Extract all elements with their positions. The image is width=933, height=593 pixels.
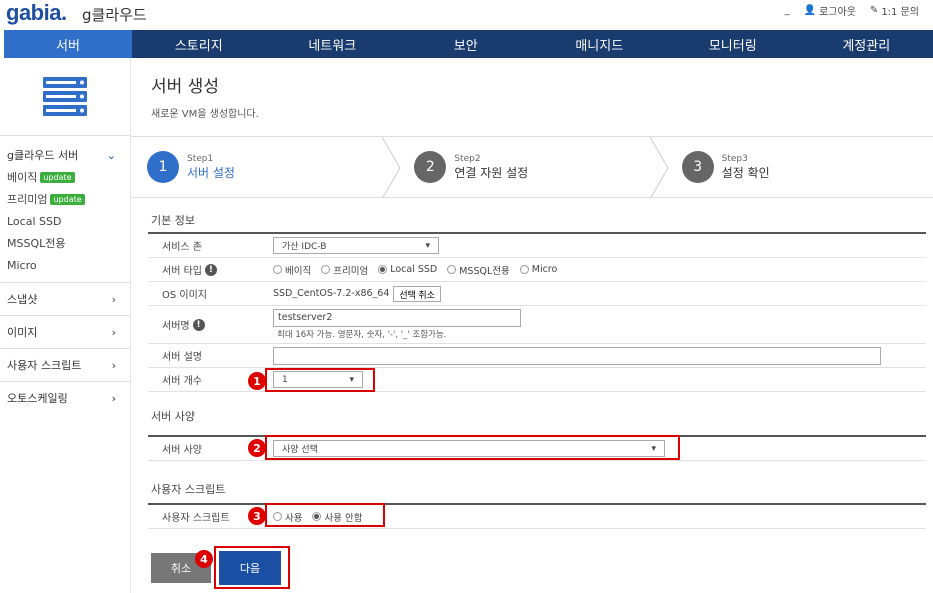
annotation-badge-2: 2 [248, 439, 266, 457]
info-icon[interactable]: ! [204, 263, 217, 276]
radio-localssd[interactable]: Local SSD [378, 264, 437, 275]
chevron-right-icon: › [111, 358, 116, 372]
row-server-type: 서버 타입! 베이직 프리미엄 Local SSD MSSQL전용 Micro [148, 258, 926, 282]
nav-security[interactable]: 보안 [399, 30, 533, 58]
nav-network[interactable]: 네트워크 [266, 30, 400, 58]
top-bar: gabia. g클라우드 _ 👤 로그아웃 ✎ 1:1 문의 [0, 0, 933, 30]
sidebar-item-snapshot[interactable]: 스냅샷 › [0, 282, 130, 315]
update-badge: update [50, 193, 85, 205]
form-content: 기본 정보 서비스 존 가산 IDC-B ▾ 서버 타입! 베이직 프리미엄 Lo… [131, 198, 933, 593]
row-server-name: 서버명! testserver2 최대 16자 가능. 영문자, 숫자, '-'… [148, 306, 926, 344]
inquiry-link[interactable]: ✎ 1:1 문의 [870, 3, 919, 18]
section-title-script: 사용자 스크립트 [151, 483, 226, 496]
sidebar-item-autoscaling[interactable]: 오토스케일링 › [0, 381, 130, 414]
step-number: 1 [147, 151, 179, 183]
step-3: 3 Step3 설정 확인 [666, 137, 933, 197]
main-nav: 서버 스토리지 네트워크 보안 매니지드 모니터링 계정관리 [4, 30, 933, 58]
server-icon-area [0, 58, 130, 136]
nav-server[interactable]: 서버 [4, 30, 132, 58]
server-stack-icon [43, 76, 87, 116]
chevron-right-icon: › [111, 325, 116, 339]
sidebar-group-gcloud: g클라우드 서버 ⌄ 베이직 update 프리미엄 update Local SS… [0, 136, 130, 276]
os-cancel-button[interactable]: 선택 취소 [393, 285, 441, 302]
nav-managed[interactable]: 매니지드 [533, 30, 667, 58]
annotation-box-2 [265, 435, 680, 460]
server-name-hint: 최대 16자 가능. 영문자, 숫자, '-', '_' 조합가능. [277, 330, 447, 340]
section-title-spec: 서버 사양 [151, 410, 195, 423]
sidebar-item-premium[interactable]: 프리미엄 update [7, 188, 130, 210]
annotation-badge-3: 3 [248, 507, 266, 525]
sidebar: g클라우드 서버 ⌄ 베이직 update 프리미엄 update Local SS… [0, 58, 131, 593]
chevron-right-icon: › [111, 391, 116, 405]
radio-mssql[interactable]: MSSQL전용 [447, 263, 510, 277]
annotation-box-3 [265, 503, 385, 527]
annotation-box-4 [214, 546, 290, 589]
server-name-input[interactable]: testserver2 [273, 309, 521, 327]
row-server-desc: 서버 설명 [148, 344, 926, 368]
minimize-link[interactable]: _ [785, 5, 790, 16]
sidebar-item-basic[interactable]: 베이직 update [7, 166, 130, 188]
page-description: 새로운 VM을 생성합니다. [151, 109, 259, 120]
sidebar-item-user-script[interactable]: 사용자 스크립트 › [0, 348, 130, 381]
chevron-right-icon: › [111, 292, 116, 306]
page-header: 서버 생성 새로운 VM을 생성합니다. [131, 58, 933, 136]
radio-premium[interactable]: 프리미엄 [321, 263, 368, 277]
wizard-steps: 1 Step1 서버 설정 2 Step2 연결 자원 설정 3 Step3 설정 확… [131, 136, 933, 199]
user-icon: 👤 [803, 5, 817, 16]
top-links: _ 👤 로그아웃 ✎ 1:1 문의 [785, 3, 919, 18]
sidebar-item-image[interactable]: 이미지 › [0, 315, 130, 348]
nav-monitoring[interactable]: 모니터링 [666, 30, 800, 58]
update-badge: update [40, 171, 75, 183]
row-os-image: OS 이미지 SSD_CentOS-7.2-x86_64 선택 취소 [148, 282, 926, 306]
product-name: g클라우드 [82, 6, 147, 24]
step-number: 3 [681, 151, 714, 183]
sidebar-group-header[interactable]: g클라우드 서버 ⌄ [7, 144, 130, 166]
annotation-box-1 [265, 368, 375, 392]
logout-link[interactable]: 👤 로그아웃 [804, 3, 856, 18]
info-icon[interactable]: ! [192, 318, 205, 331]
zone-select[interactable]: 가산 IDC-B ▾ [273, 237, 439, 254]
sidebar-item-mssql[interactable]: MSSQL전용 [7, 232, 130, 254]
section-title-basic: 기본 정보 [151, 214, 195, 227]
nav-account[interactable]: 계정관리 [800, 30, 933, 58]
annotation-badge-1: 1 [248, 372, 266, 390]
server-desc-input[interactable] [273, 346, 881, 365]
step-number: 2 [414, 151, 447, 183]
step-2: 2 Step2 연결 자원 설정 [398, 137, 669, 199]
chevron-down-icon: ▾ [425, 240, 430, 251]
sidebar-item-micro[interactable]: Micro [7, 254, 130, 276]
os-image-value: SSD_CentOS-7.2-x86_64 [273, 288, 390, 299]
gabia-logo[interactable]: gabia. [6, 0, 67, 26]
row-zone: 서비스 존 가산 IDC-B ▾ [148, 234, 926, 258]
edit-icon: ✎ [869, 5, 879, 16]
chevron-down-icon: ⌄ [106, 148, 116, 162]
step-1: 1 Step1 서버 설정 [131, 137, 401, 199]
sidebar-item-localssd[interactable]: Local SSD [7, 210, 130, 232]
radio-basic[interactable]: 베이직 [273, 263, 311, 277]
radio-micro[interactable]: Micro [519, 264, 557, 275]
page-title: 서버 생성 [151, 77, 219, 97]
annotation-badge-4: 4 [195, 550, 213, 568]
nav-storage[interactable]: 스토리지 [132, 30, 266, 58]
